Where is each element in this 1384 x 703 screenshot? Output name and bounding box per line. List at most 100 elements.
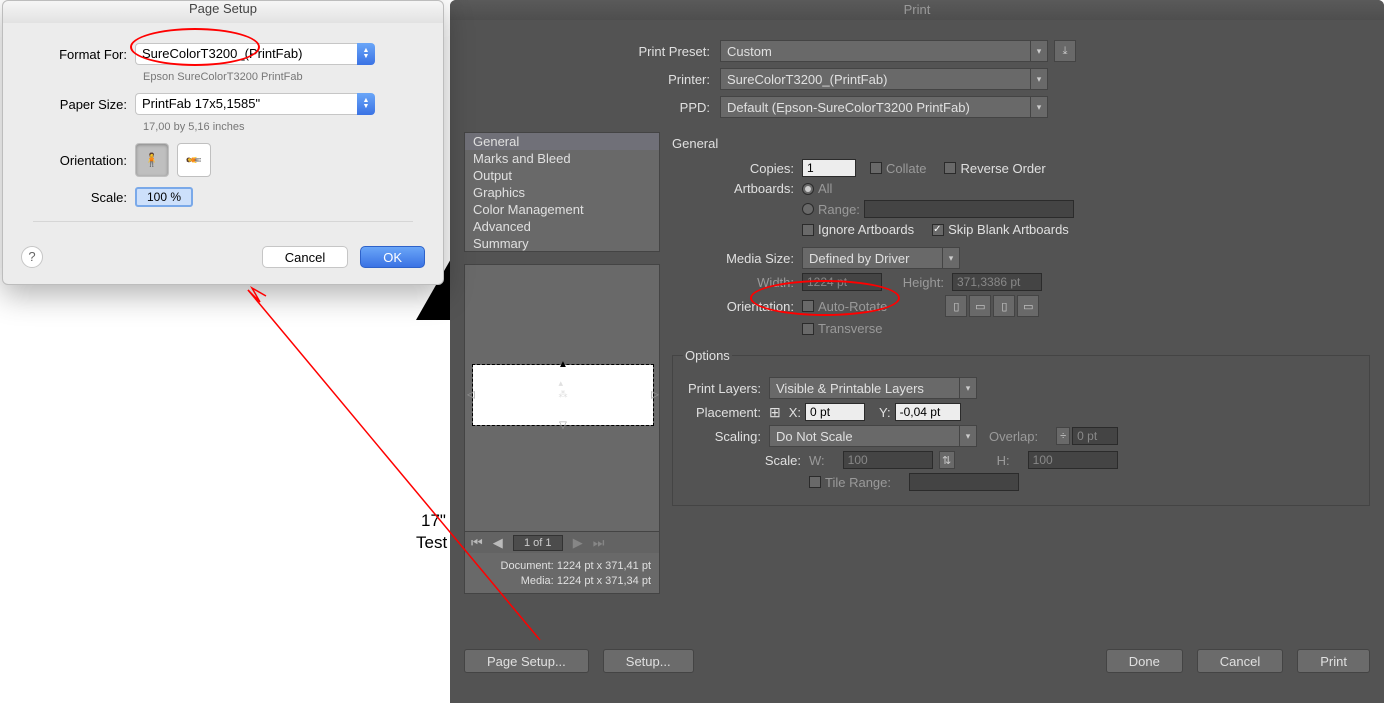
preview-content-icon: ▴⁂ (559, 378, 568, 400)
collate-label: Collate (886, 161, 926, 176)
ppd-select[interactable]: Default (Epson-SureColorT3200 PrintFab)▾ (720, 96, 1048, 118)
autorotate-checkbox (802, 300, 814, 312)
reverse-label: Reverse Order (960, 161, 1045, 176)
nav-next-icon[interactable]: ▶ (573, 535, 583, 551)
print-layers-select[interactable]: Visible & Printable Layers▾ (769, 377, 977, 399)
printer-select[interactable]: SureColorT3200_(PrintFab)▾ (720, 68, 1048, 90)
printer-label: Printer: (490, 72, 720, 87)
print-title: Print (450, 0, 1384, 20)
scale-label: Scale: (683, 453, 809, 468)
preview-right-arrow-icon: ▷ (651, 390, 659, 401)
x-input[interactable] (805, 403, 865, 421)
updown-icon: ▲▼ (357, 43, 375, 65)
nav-first-icon[interactable]: ⏮ (471, 535, 483, 551)
chevron-down-icon: ▾ (1030, 96, 1048, 118)
general-title: General (672, 136, 1370, 151)
chevron-down-icon: ▾ (1030, 40, 1048, 62)
transverse-label: Transverse (818, 321, 883, 336)
x-label: X: (789, 405, 801, 420)
height-input (952, 273, 1042, 291)
overlap-input (1072, 427, 1118, 445)
scale-h-input (1028, 451, 1118, 469)
preview-left-arrow-icon: ◁ (467, 390, 475, 401)
placement-grid-icon[interactable]: ⊞ (769, 404, 781, 421)
print-dialog: Print Print Preset: Custom▾ ⤓ Printer: S… (450, 0, 1384, 703)
chevron-down-icon: ▾ (942, 247, 960, 269)
print-layers-label: Print Layers: (683, 381, 769, 396)
options-title: Options (683, 348, 732, 363)
options-fieldset: Options Print Layers: Visible & Printabl… (672, 348, 1370, 506)
artboards-all-radio (802, 183, 814, 195)
cancel-button[interactable]: Cancel (1197, 649, 1283, 673)
scale-w-input (843, 451, 933, 469)
scale-label-mac: Scale: (33, 190, 135, 205)
section-graphics[interactable]: Graphics (465, 184, 659, 201)
media-size-label: Media Size: (702, 251, 802, 266)
section-output[interactable]: Output (465, 167, 659, 184)
scale-w-label: W: (809, 453, 825, 468)
paper-size-select[interactable]: PrintFab 17x5,1585" ▲▼ (135, 93, 375, 115)
artboards-label: Artboards: (702, 181, 802, 196)
orient-portrait-up-icon[interactable]: ▯ (945, 295, 967, 317)
skip-checkbox[interactable] (932, 224, 944, 236)
page-setup-title: Page Setup (3, 1, 443, 23)
orient-portrait-button[interactable]: 🧍 (135, 143, 169, 177)
overlap-label: Overlap: (989, 429, 1038, 444)
tile-checkbox (809, 476, 821, 488)
preview-top-arrow-icon: ▲ (558, 359, 568, 370)
range-label: Range: (818, 202, 860, 217)
media-size-select[interactable]: Defined by Driver▾ (802, 247, 960, 269)
y-label: Y: (879, 405, 891, 420)
orient-landscape-right-icon[interactable]: ▭ (1017, 295, 1039, 317)
print-preset-select[interactable]: Custom▾ (720, 40, 1048, 62)
section-list[interactable]: General Marks and Bleed Output Graphics … (464, 132, 660, 252)
section-color[interactable]: Color Management (465, 201, 659, 218)
print-preset-label: Print Preset: (490, 44, 720, 59)
reverse-checkbox[interactable] (944, 162, 956, 174)
person-portrait-icon: 🧍 (144, 152, 160, 168)
format-for-sub: Epson SureColorT3200 PrintFab (143, 71, 413, 83)
nav-prev-icon[interactable]: ◀ (493, 535, 503, 551)
ignore-checkbox[interactable] (802, 224, 814, 236)
scale-h-label: H: (997, 453, 1010, 468)
format-for-select[interactable]: SureColorT3200_(PrintFab) ▲▼ (135, 43, 375, 65)
print-button[interactable]: Print (1297, 649, 1370, 673)
nav-page-input[interactable] (513, 535, 563, 551)
section-advanced[interactable]: Advanced (465, 218, 659, 235)
ps-ok-button[interactable]: OK (360, 246, 425, 268)
orient-portrait-down-icon[interactable]: ▯ (993, 295, 1015, 317)
updown-icon: ▲▼ (357, 93, 375, 115)
scaling-select[interactable]: Do Not Scale▾ (769, 425, 977, 447)
scaling-label: Scaling: (683, 429, 769, 444)
skip-label: Skip Blank Artboards (948, 222, 1069, 237)
save-preset-icon[interactable]: ⤓ (1054, 40, 1076, 62)
print-preview: ▲ ◁ ▷ ▽ ▴⁂ ⏮ ◀ ▶ ⏭ Document: 1224 pt x 3… (464, 264, 660, 594)
orient-landscape-button[interactable]: 🧍 (177, 143, 211, 177)
paper-size-sub: 17,00 by 5,16 inches (143, 121, 413, 133)
scale-input[interactable] (135, 187, 193, 207)
preview-dimensions: Document: 1224 pt x 371,41 pt Media: 122… (465, 559, 651, 589)
help-icon[interactable]: ? (21, 246, 43, 268)
done-button[interactable]: Done (1106, 649, 1183, 673)
section-general[interactable]: General (465, 133, 659, 150)
setup-button[interactable]: Setup... (603, 649, 694, 673)
placement-label: Placement: (683, 405, 769, 420)
transverse-checkbox (802, 323, 814, 335)
width-input (802, 273, 882, 291)
page-setup-button[interactable]: Page Setup... (464, 649, 589, 673)
y-input[interactable] (895, 403, 961, 421)
ps-cancel-button[interactable]: Cancel (262, 246, 348, 268)
person-landscape-icon: 🧍 (186, 152, 202, 168)
copies-input[interactable] (802, 159, 856, 177)
section-marks[interactable]: Marks and Bleed (465, 150, 659, 167)
width-label: Width: (702, 275, 802, 290)
autorotate-label: Auto-Rotate (818, 299, 887, 314)
tile-input (909, 473, 1019, 491)
chevron-down-icon: ▾ (959, 425, 977, 447)
format-for-label: Format For: (33, 47, 135, 62)
section-summary[interactable]: Summary (465, 235, 659, 252)
preview-bottom-arrow-icon: ▽ (559, 420, 567, 431)
collate-checkbox (870, 162, 882, 174)
nav-last-icon[interactable]: ⏭ (593, 535, 605, 551)
orient-landscape-left-icon[interactable]: ▭ (969, 295, 991, 317)
